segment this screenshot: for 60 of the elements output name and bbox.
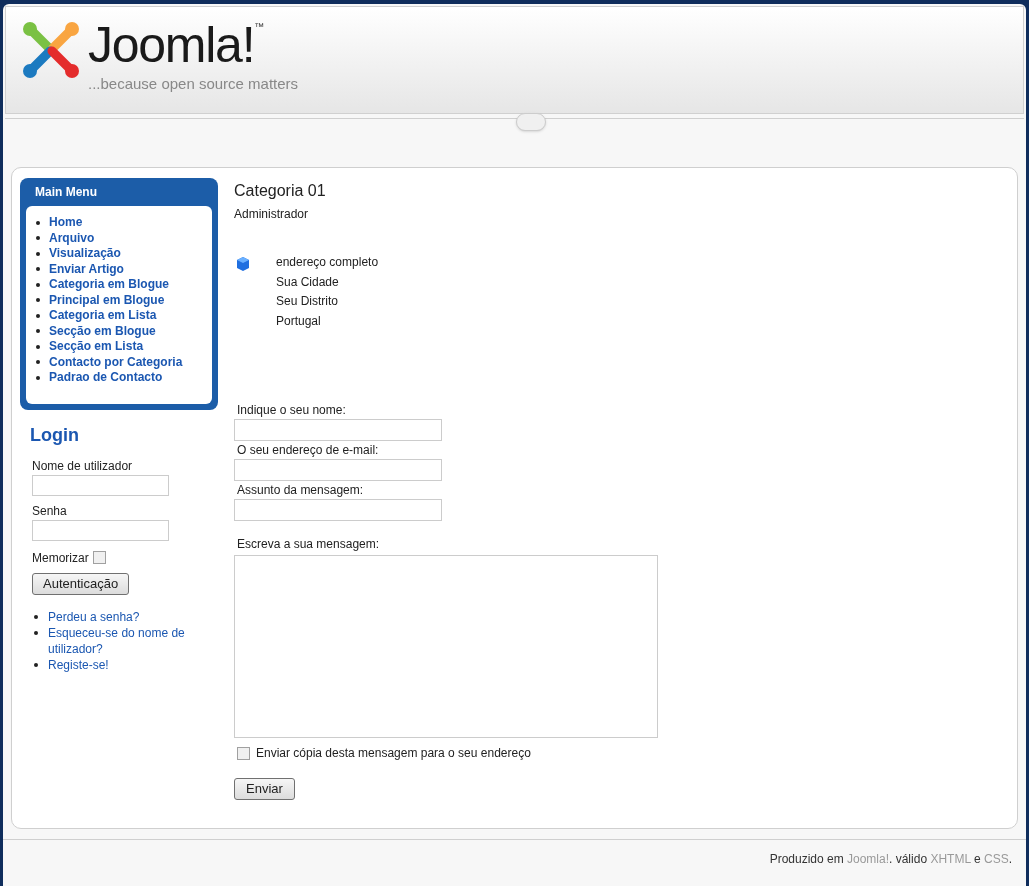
field-label: Nome de utilizador [32, 457, 134, 475]
menu-link[interactable]: Secção em Lista [49, 339, 144, 355]
menu-link[interactable]: Principal em Blogue [49, 292, 165, 308]
menu-link[interactable]: Visualização [49, 246, 121, 262]
menu-link[interactable]: Enviar Artigo [49, 261, 124, 277]
contact-title: Categoria 01 [234, 181, 327, 201]
copy-label: Enviar cópia desta mensagem para o seu endereço [256, 745, 531, 762]
menu-link[interactable]: Categoria em Lista [49, 308, 157, 324]
logo-icon [20, 19, 82, 81]
house-icon [236, 256, 250, 272]
bullet-icon [36, 360, 40, 365]
address-line: Portugal [276, 312, 322, 330]
bullet-icon [36, 267, 40, 272]
login-link[interactable]: Registe-se! [48, 656, 198, 673]
bullet-icon [36, 344, 40, 349]
bullet-icon [34, 614, 38, 619]
input-field[interactable] [234, 419, 442, 441]
bullet-icon [34, 662, 38, 667]
input-field[interactable] [234, 499, 442, 521]
footer-text: Produzido em Joomla!. válido XHTML e CSS. [769, 851, 1012, 868]
contact-position: Administrador [234, 206, 310, 223]
address-line: endereço completo [276, 254, 379, 271]
bullet-icon [36, 251, 40, 256]
login-link[interactable]: Esqueceu-se do nome de utilizador? [48, 624, 198, 657]
field-label: Assunto da mensagem: [237, 482, 365, 499]
bullet-icon [36, 313, 40, 318]
menu-link[interactable]: Home [49, 215, 83, 231]
menu-link[interactable]: Secção em Blogue [49, 323, 156, 339]
input-field[interactable] [234, 459, 442, 481]
bullet-icon [36, 375, 40, 380]
bullet-icon [36, 282, 40, 287]
send-button[interactable]: Enviar [234, 778, 295, 800]
field-label: Escreva a sua mensagem: [237, 536, 381, 553]
menu-link[interactable]: Contacto por Categoria [49, 354, 183, 370]
password-field[interactable] [32, 519, 169, 541]
field-label: Indique o seu nome: [237, 402, 347, 419]
trademark-sign: ™ [254, 20, 265, 34]
address-line: Sua Cidade [276, 273, 340, 291]
login-link[interactable]: Perdeu a senha? [48, 608, 198, 625]
bullet-icon [36, 236, 40, 241]
address-line: Seu Distrito [276, 293, 340, 310]
bullet-icon [36, 220, 40, 225]
field-label: Senha [32, 502, 68, 520]
logo-tagline: ...because open source matters [88, 74, 299, 94]
bullet-icon [34, 630, 38, 635]
login-heading: Login [30, 423, 80, 447]
menu-title: Main Menu [34, 184, 98, 201]
login-button[interactable]: Autenticação [32, 572, 130, 595]
checkbox[interactable] [237, 746, 250, 760]
menu-link[interactable]: Arquivo [49, 230, 95, 246]
menu-link[interactable]: Categoria em Blogue [49, 277, 170, 293]
checkbox[interactable] [92, 551, 106, 564]
message-field[interactable] [234, 555, 658, 738]
logo-wordmark: Joomla! [88, 19, 255, 71]
field-label: O seu endereço de e-mail: [237, 442, 380, 459]
remember-label: Memorizar [32, 549, 89, 567]
username-field[interactable] [32, 474, 169, 496]
bullet-icon [36, 298, 40, 303]
menu-link[interactable]: Padrao de Contacto [49, 370, 163, 386]
bullet-icon [36, 329, 40, 334]
